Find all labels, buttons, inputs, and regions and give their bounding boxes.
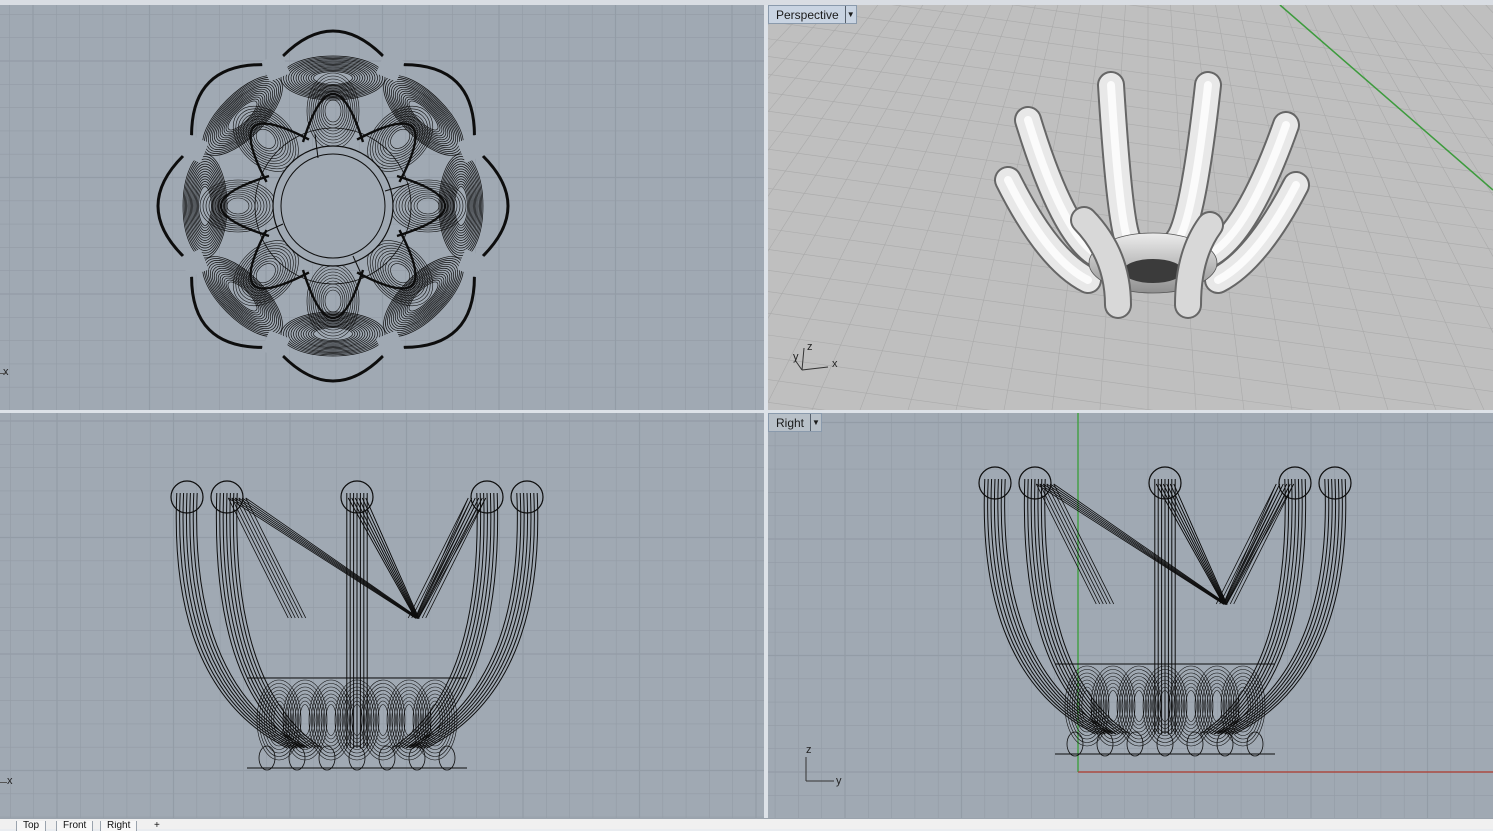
viewport-perspective[interactable]: Perspective ▼ z y x xyxy=(768,5,1493,410)
axis-x-label: x xyxy=(832,358,838,370)
perspective-viewport-title[interactable]: Perspective ▼ xyxy=(768,5,857,24)
axis-x-label: x xyxy=(3,366,9,378)
axis-y-label: y xyxy=(836,775,842,787)
add-tab-button[interactable]: + xyxy=(148,821,166,831)
axis-indicator-icon xyxy=(0,373,6,374)
axis-indicator-icon xyxy=(0,782,7,783)
right-view-canvas[interactable] xyxy=(768,413,1493,818)
tab-top[interactable]: Top xyxy=(16,821,47,831)
axis-y-label: y xyxy=(793,351,799,363)
viewport-right[interactable]: Right ▼ z y xyxy=(768,413,1493,818)
top-view-canvas[interactable] xyxy=(0,5,764,410)
viewport-tab-bar: Top Front Right + xyxy=(0,818,1493,831)
tab-front[interactable]: Front xyxy=(56,821,94,831)
right-title-label: Right xyxy=(776,416,805,430)
dropdown-arrow-icon[interactable]: ▼ xyxy=(810,414,821,431)
dropdown-arrow-icon[interactable]: ▼ xyxy=(844,6,856,23)
viewport-top[interactable]: x xyxy=(0,5,764,410)
right-viewport-title[interactable]: Right ▼ xyxy=(768,413,823,432)
perspective-view-canvas[interactable] xyxy=(768,5,1493,410)
viewport-front[interactable]: x xyxy=(0,413,764,818)
axis-x-label: x xyxy=(7,775,13,787)
perspective-title-label: Perspective xyxy=(776,8,839,22)
axis-z-label: z xyxy=(807,341,813,353)
tab-right[interactable]: Right xyxy=(100,821,138,831)
front-view-canvas[interactable] xyxy=(0,413,764,818)
axis-z-label: z xyxy=(806,744,812,756)
viewport-divider-horizontal[interactable] xyxy=(0,410,1493,413)
